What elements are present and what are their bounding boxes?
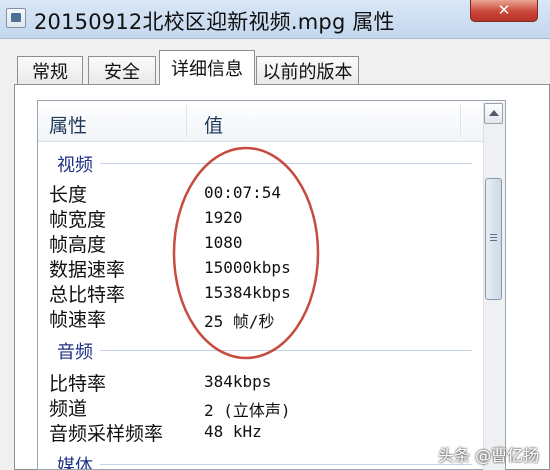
tab-details[interactable]: 详细信息 bbox=[159, 50, 255, 85]
tab-security[interactable]: 安全 bbox=[88, 56, 156, 84]
group-title-media: 媒体 bbox=[57, 456, 93, 470]
close-button[interactable]: ✕ bbox=[470, 0, 538, 22]
group-title-video: 视频 bbox=[57, 155, 93, 176]
tab-previous-versions[interactable]: 以前的版本 bbox=[256, 56, 359, 84]
group-title-audio: 音频 bbox=[57, 342, 93, 363]
property-value: 384kbps bbox=[204, 372, 272, 391]
property-value: 15384kbps bbox=[204, 283, 291, 302]
property-name: 比特率 bbox=[49, 373, 107, 395]
property-name: 频道 bbox=[49, 398, 88, 420]
scroll-up-arrow-icon[interactable] bbox=[484, 103, 503, 124]
property-value: 2 (立体声) bbox=[204, 401, 291, 420]
property-value: 00:07:54 bbox=[204, 183, 282, 202]
property-value: 48 kHz bbox=[204, 422, 262, 441]
column-property[interactable]: 属性 bbox=[49, 111, 87, 138]
scrollbar-thumb[interactable] bbox=[485, 178, 502, 300]
property-name: 长度 bbox=[49, 184, 88, 206]
grip-line bbox=[490, 237, 497, 238]
file-icon bbox=[6, 8, 26, 28]
property-name: 数据速率 bbox=[49, 259, 126, 281]
column-divider[interactable] bbox=[460, 105, 461, 137]
window-title: 20150912北校区迎新视频.mpg 属性 bbox=[34, 10, 395, 34]
column-header: 属性 值 bbox=[38, 101, 505, 142]
property-name: 帧宽度 bbox=[49, 209, 107, 231]
property-value: 1080 bbox=[204, 233, 243, 252]
grip-line bbox=[490, 240, 497, 241]
property-name: 帧速率 bbox=[49, 309, 107, 331]
column-divider[interactable] bbox=[186, 105, 187, 137]
property-name: 帧高度 bbox=[49, 234, 107, 256]
group-divider bbox=[100, 163, 472, 164]
watermark-text: 头条 @曹亿扬 bbox=[438, 446, 540, 465]
tab-general[interactable]: 常规 bbox=[17, 56, 83, 84]
property-name: 音频采样频率 bbox=[49, 423, 164, 445]
group-divider bbox=[100, 350, 472, 351]
title-bar: 20150912北校区迎新视频.mpg 属性 ✕ bbox=[0, 0, 550, 39]
property-list: 属性 值 视频 长度 00:07:54 帧宽度 1920 帧高度 1080 数据… bbox=[37, 100, 506, 470]
property-value: 15000kbps bbox=[204, 258, 291, 277]
column-value[interactable]: 值 bbox=[204, 111, 223, 138]
grip-line bbox=[490, 234, 497, 235]
property-name: 总比特率 bbox=[49, 284, 126, 306]
property-value: 25 帧/秒 bbox=[204, 312, 275, 331]
property-value: 1920 bbox=[204, 208, 243, 227]
group-divider bbox=[100, 464, 472, 465]
